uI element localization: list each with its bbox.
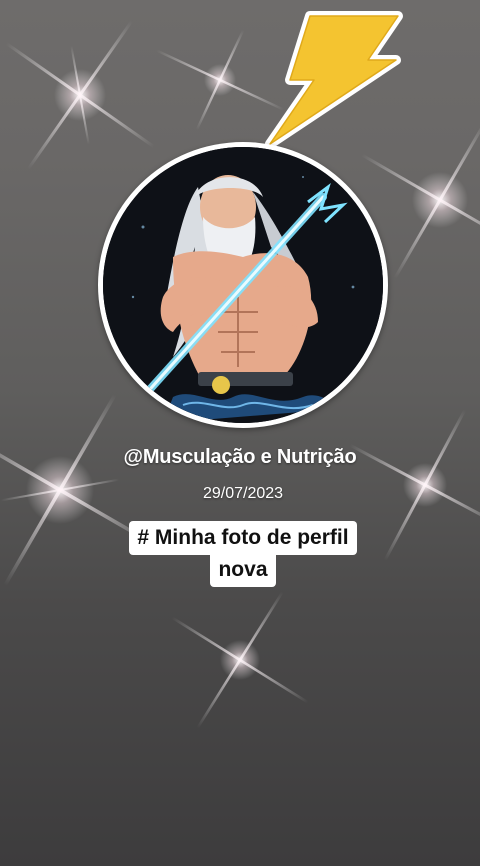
sparkle-background — [0, 20, 480, 729]
caption-line-1: # Minha foto de perfil — [129, 521, 357, 555]
lightning-bolt-icon — [265, 11, 403, 149]
profile-avatar[interactable] — [103, 147, 383, 423]
caption-line-2: nova — [210, 553, 276, 587]
caption: # Minha foto de perfil nova — [0, 521, 480, 587]
profile-avatar-frame — [98, 142, 388, 428]
lightning-bolt-sticker[interactable] — [248, 6, 408, 156]
zeus-illustration — [103, 147, 383, 423]
post-date: 29/07/2023 — [202, 485, 284, 502]
username[interactable]: @Musculação e Nutrição — [0, 446, 480, 469]
